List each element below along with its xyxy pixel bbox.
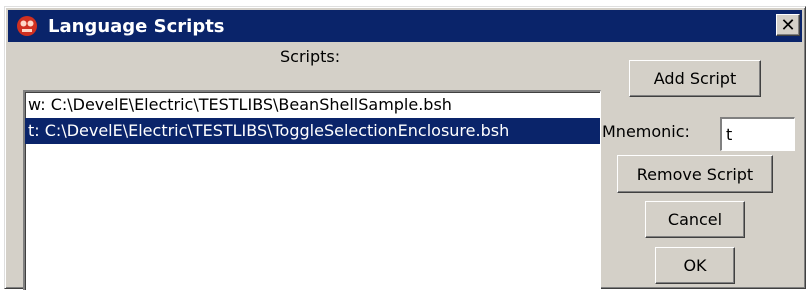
window-title: Language Scripts <box>48 15 225 37</box>
mnemonic-label: Mnemonic: <box>602 122 690 141</box>
electric-app-icon <box>14 13 40 39</box>
close-button[interactable]: ✕ <box>776 14 800 36</box>
cancel-button[interactable]: Cancel <box>645 201 745 238</box>
scripts-list[interactable]: w: C:\DevelE\Electric\TESTLIBS\BeanShell… <box>23 90 601 290</box>
language-scripts-dialog: Language Scripts ✕ Scripts: w: C:\DevelE… <box>4 6 806 290</box>
add-script-button[interactable]: Add Script <box>629 60 761 97</box>
mnemonic-input[interactable] <box>720 117 795 151</box>
ok-button[interactable]: OK <box>655 247 735 284</box>
list-item-selected[interactable]: t: C:\DevelE\Electric\TESTLIBS\ToggleSel… <box>25 118 600 144</box>
scripts-label: Scripts: <box>280 47 341 66</box>
title-bar[interactable]: Language Scripts ✕ <box>8 10 802 42</box>
list-item[interactable]: w: C:\DevelE\Electric\TESTLIBS\BeanShell… <box>25 92 600 118</box>
remove-script-button[interactable]: Remove Script <box>617 155 773 193</box>
close-icon: ✕ <box>780 14 796 36</box>
